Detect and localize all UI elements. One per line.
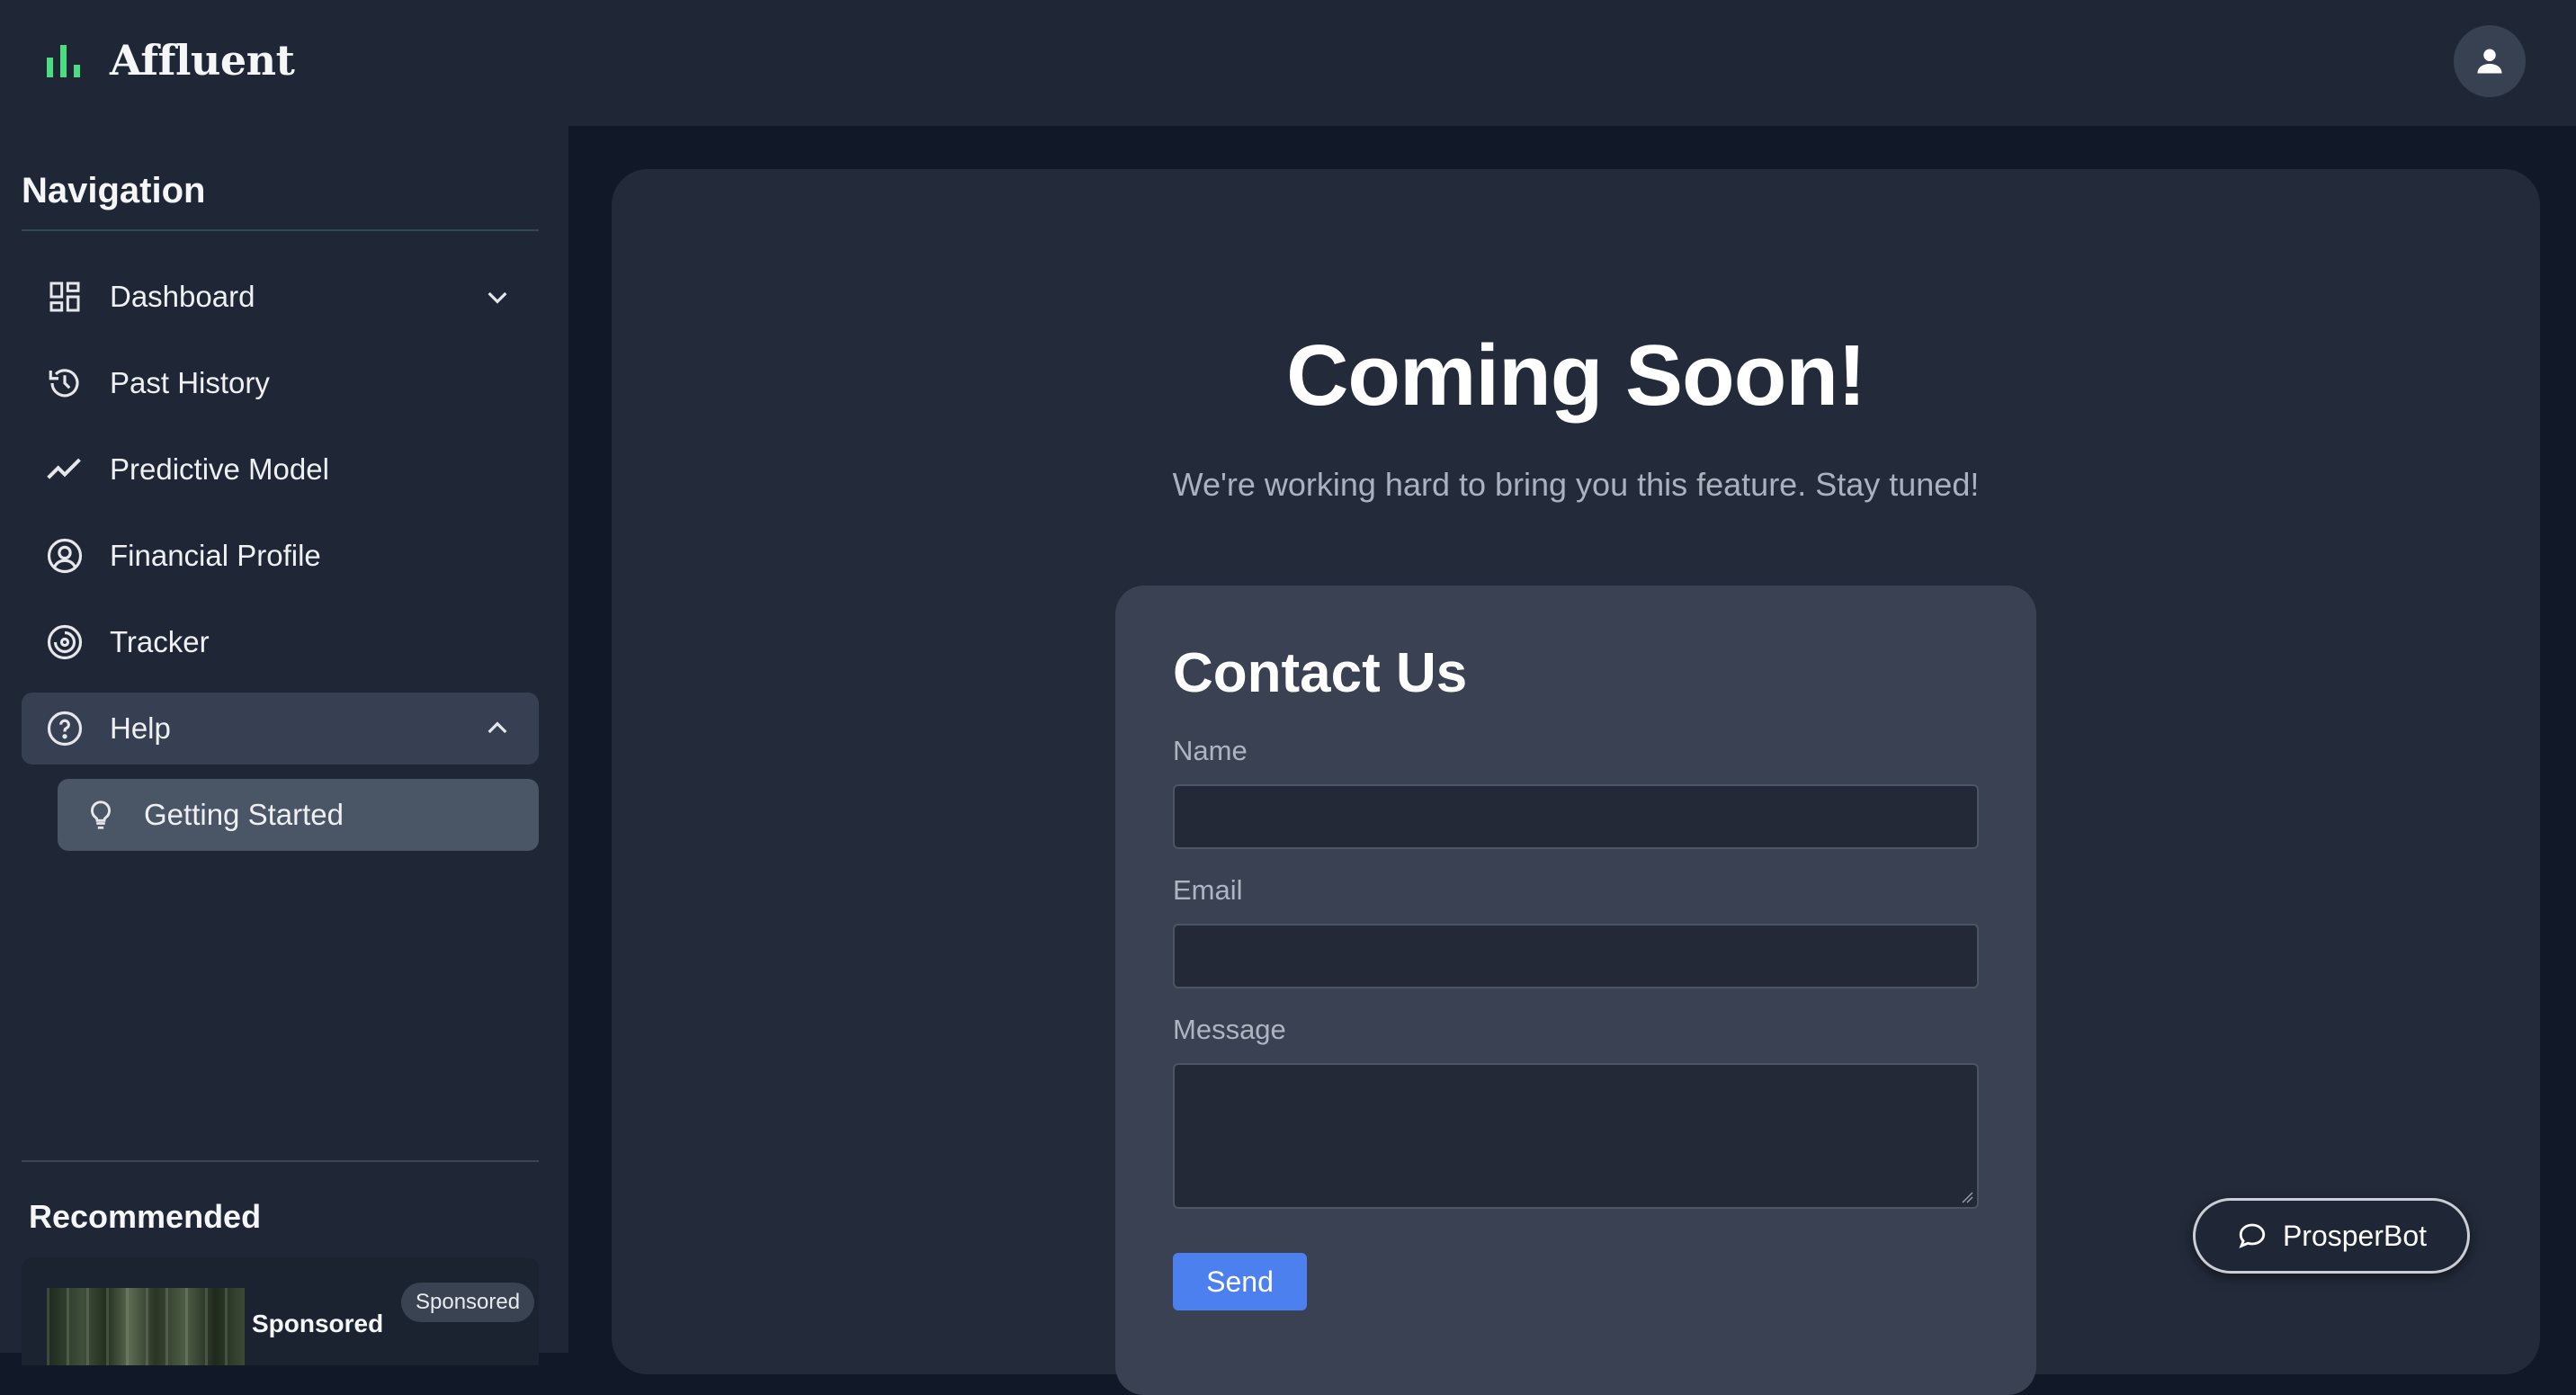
user-icon — [2477, 49, 2502, 74]
sidebar: Navigation Dashboard Past History Predic… — [0, 126, 568, 1365]
target-icon — [45, 622, 85, 662]
history-icon — [45, 363, 85, 403]
sidebar-item-past-history[interactable]: Past History — [22, 347, 539, 419]
recommended-thumbnail — [47, 1288, 245, 1365]
top-header: Affluent — [0, 0, 2576, 126]
recommended-divider — [22, 1160, 539, 1162]
prosperbot-label: ProsperBot — [2282, 1219, 2428, 1252]
user-circle-icon — [45, 536, 85, 576]
recommended-title: Recommended — [29, 1198, 262, 1235]
dashboard-grid-icon — [45, 277, 85, 317]
email-label: Email — [1173, 874, 1243, 906]
page-headline: Coming Soon! — [1286, 327, 1866, 424]
sidebar-item-label: Dashboard — [110, 280, 255, 313]
sidebar-item-tracker[interactable]: Tracker — [22, 606, 539, 678]
sidebar-item-dashboard[interactable]: Dashboard — [22, 261, 539, 333]
resize-handle-icon[interactable] — [1961, 1191, 1973, 1203]
send-button[interactable]: Send — [1173, 1253, 1307, 1310]
lightbulb-icon — [83, 795, 119, 835]
brand[interactable]: Affluent — [43, 29, 295, 92]
name-label: Name — [1173, 735, 1248, 766]
name-field[interactable] — [1173, 784, 1979, 849]
sidebar-item-label: Tracker — [110, 625, 210, 658]
email-field[interactable] — [1173, 924, 1979, 988]
sidebar-subitem-label: Getting Started — [144, 798, 344, 831]
sidebar-item-financial-profile[interactable]: Financial Profile — [22, 520, 539, 592]
brand-name: Affluent — [110, 36, 295, 85]
contact-title: Contact Us — [1173, 642, 1468, 704]
main-content-card: Coming Soon! We're working hard to bring… — [612, 169, 2540, 1395]
sidebar-subitem-getting-started[interactable]: Getting Started — [58, 779, 539, 851]
user-avatar-button[interactable] — [2454, 25, 2526, 97]
sidebar-item-predictive-model[interactable]: Predictive Model — [22, 434, 539, 505]
chat-bubble-icon — [2236, 1219, 2270, 1253]
trend-line-icon — [45, 450, 85, 489]
nav-title: Navigation — [22, 171, 206, 210]
nav-divider — [22, 229, 539, 231]
chevron-down-icon[interactable] — [483, 282, 512, 311]
recommended-card-name: Sponsored — [252, 1310, 384, 1337]
contact-form-card: Contact Us Name Email Message Send — [1115, 586, 2036, 1395]
page-subheadline: We're working hard to bring you this fea… — [1172, 466, 1980, 503]
sidebar-item-label: Past History — [110, 366, 270, 399]
sidebar-item-label: Financial Profile — [110, 539, 321, 572]
sidebar-item-label: Help — [110, 711, 171, 745]
recommended-card[interactable]: Sponsored Sponsored — [22, 1257, 539, 1365]
sidebar-item-help[interactable]: Help — [22, 693, 539, 765]
bar-chart-logo-icon — [47, 45, 80, 77]
chevron-up-icon[interactable] — [483, 714, 512, 743]
sidebar-item-label: Predictive Model — [110, 452, 329, 486]
sponsored-badge: Sponsored — [401, 1283, 535, 1322]
message-label: Message — [1173, 1014, 1286, 1045]
question-circle-icon — [45, 709, 85, 748]
prosperbot-button[interactable]: ProsperBot — [2193, 1198, 2470, 1274]
message-textarea[interactable] — [1173, 1063, 1979, 1209]
